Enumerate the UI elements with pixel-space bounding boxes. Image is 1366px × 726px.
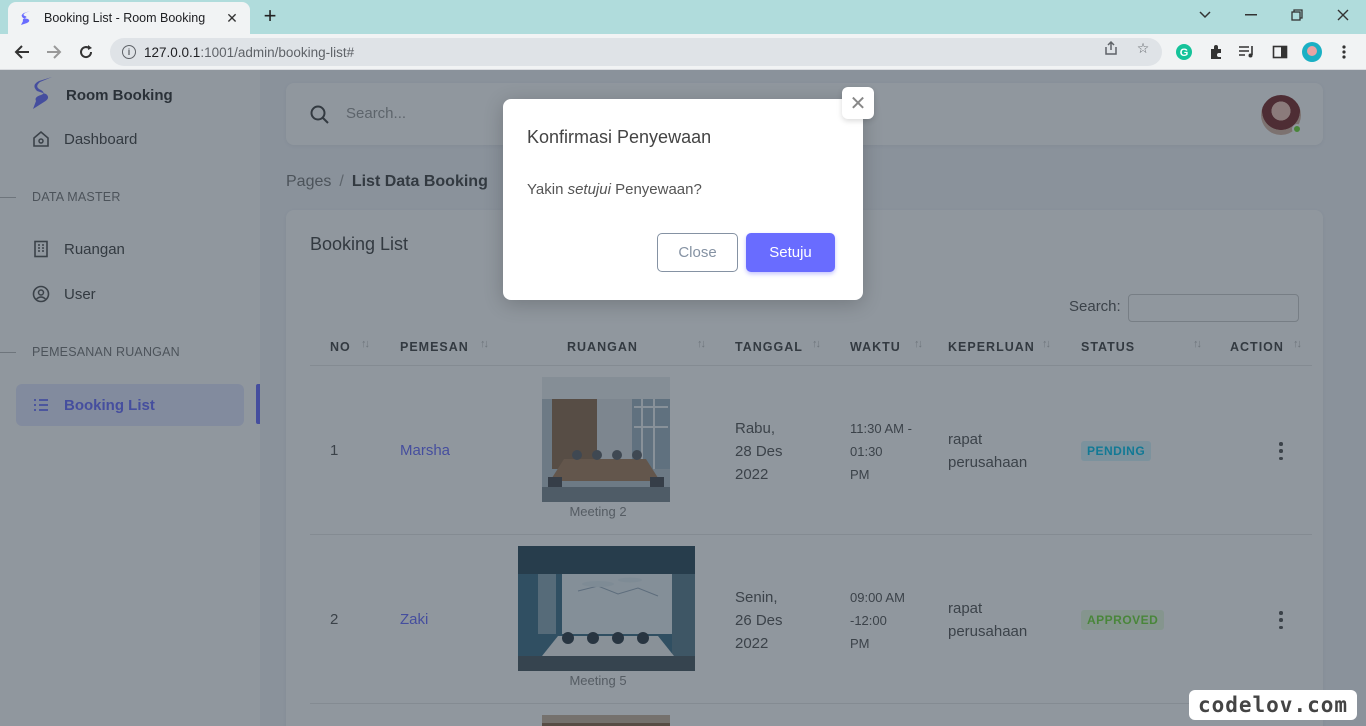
forward-icon[interactable] xyxy=(40,38,68,66)
tab-title: Booking List - Room Booking xyxy=(44,11,206,25)
url-bar[interactable]: i 127.0.0.1:1001/admin/booking-list# xyxy=(110,38,1162,66)
media-control-icon[interactable] xyxy=(1237,42,1257,62)
modal-body: Yakin setujui Penyewaan? xyxy=(527,181,702,198)
site-info-icon[interactable]: i xyxy=(122,45,136,59)
modal-body-text: Penyewaan? xyxy=(610,181,702,198)
close-button[interactable]: Close xyxy=(657,233,738,272)
browser-tab[interactable]: Booking List - Room Booking ✕ xyxy=(8,2,250,34)
browser-toolbar: i 127.0.0.1:1001/admin/booking-list# ☆ G xyxy=(0,34,1366,70)
share-icon[interactable] xyxy=(1103,40,1119,56)
restore-icon[interactable] xyxy=(1274,0,1320,30)
browser-menu-icon[interactable] xyxy=(1334,42,1354,62)
setuju-button[interactable]: Setuju xyxy=(746,233,835,272)
url-host: 127.0.0.1 xyxy=(144,44,201,60)
watermark: codelov.com xyxy=(1189,690,1357,720)
app-favicon-icon xyxy=(18,10,34,26)
grammarly-icon[interactable]: G xyxy=(1174,42,1194,62)
reload-icon[interactable] xyxy=(72,38,100,66)
url-path: :1001/admin/booking-list# xyxy=(200,44,355,60)
confirm-modal: Konfirmasi Penyewaan Yakin setujui Penye… xyxy=(503,99,863,300)
modal-body-emphasis: setujui xyxy=(567,181,611,198)
tab-search-icon[interactable] xyxy=(1182,0,1228,30)
svg-text:G: G xyxy=(1180,47,1189,59)
modal-close-icon[interactable]: ✕ xyxy=(842,87,874,119)
side-panel-icon[interactable] xyxy=(1270,42,1290,62)
back-icon[interactable] xyxy=(8,38,36,66)
extensions-icon[interactable] xyxy=(1206,42,1226,62)
modal-body-text: Yakin xyxy=(527,181,568,198)
tab-close-icon[interactable]: ✕ xyxy=(224,10,240,27)
bookmark-star-icon[interactable]: ☆ xyxy=(1135,40,1151,56)
minimize-icon[interactable] xyxy=(1228,0,1274,30)
window-close-icon[interactable] xyxy=(1320,0,1366,30)
modal-title: Konfirmasi Penyewaan xyxy=(527,127,712,147)
profile-avatar-icon[interactable] xyxy=(1302,42,1322,62)
new-tab-icon[interactable]: + xyxy=(258,4,282,28)
browser-tab-bar: Booking List - Room Booking ✕ + xyxy=(0,0,1366,34)
